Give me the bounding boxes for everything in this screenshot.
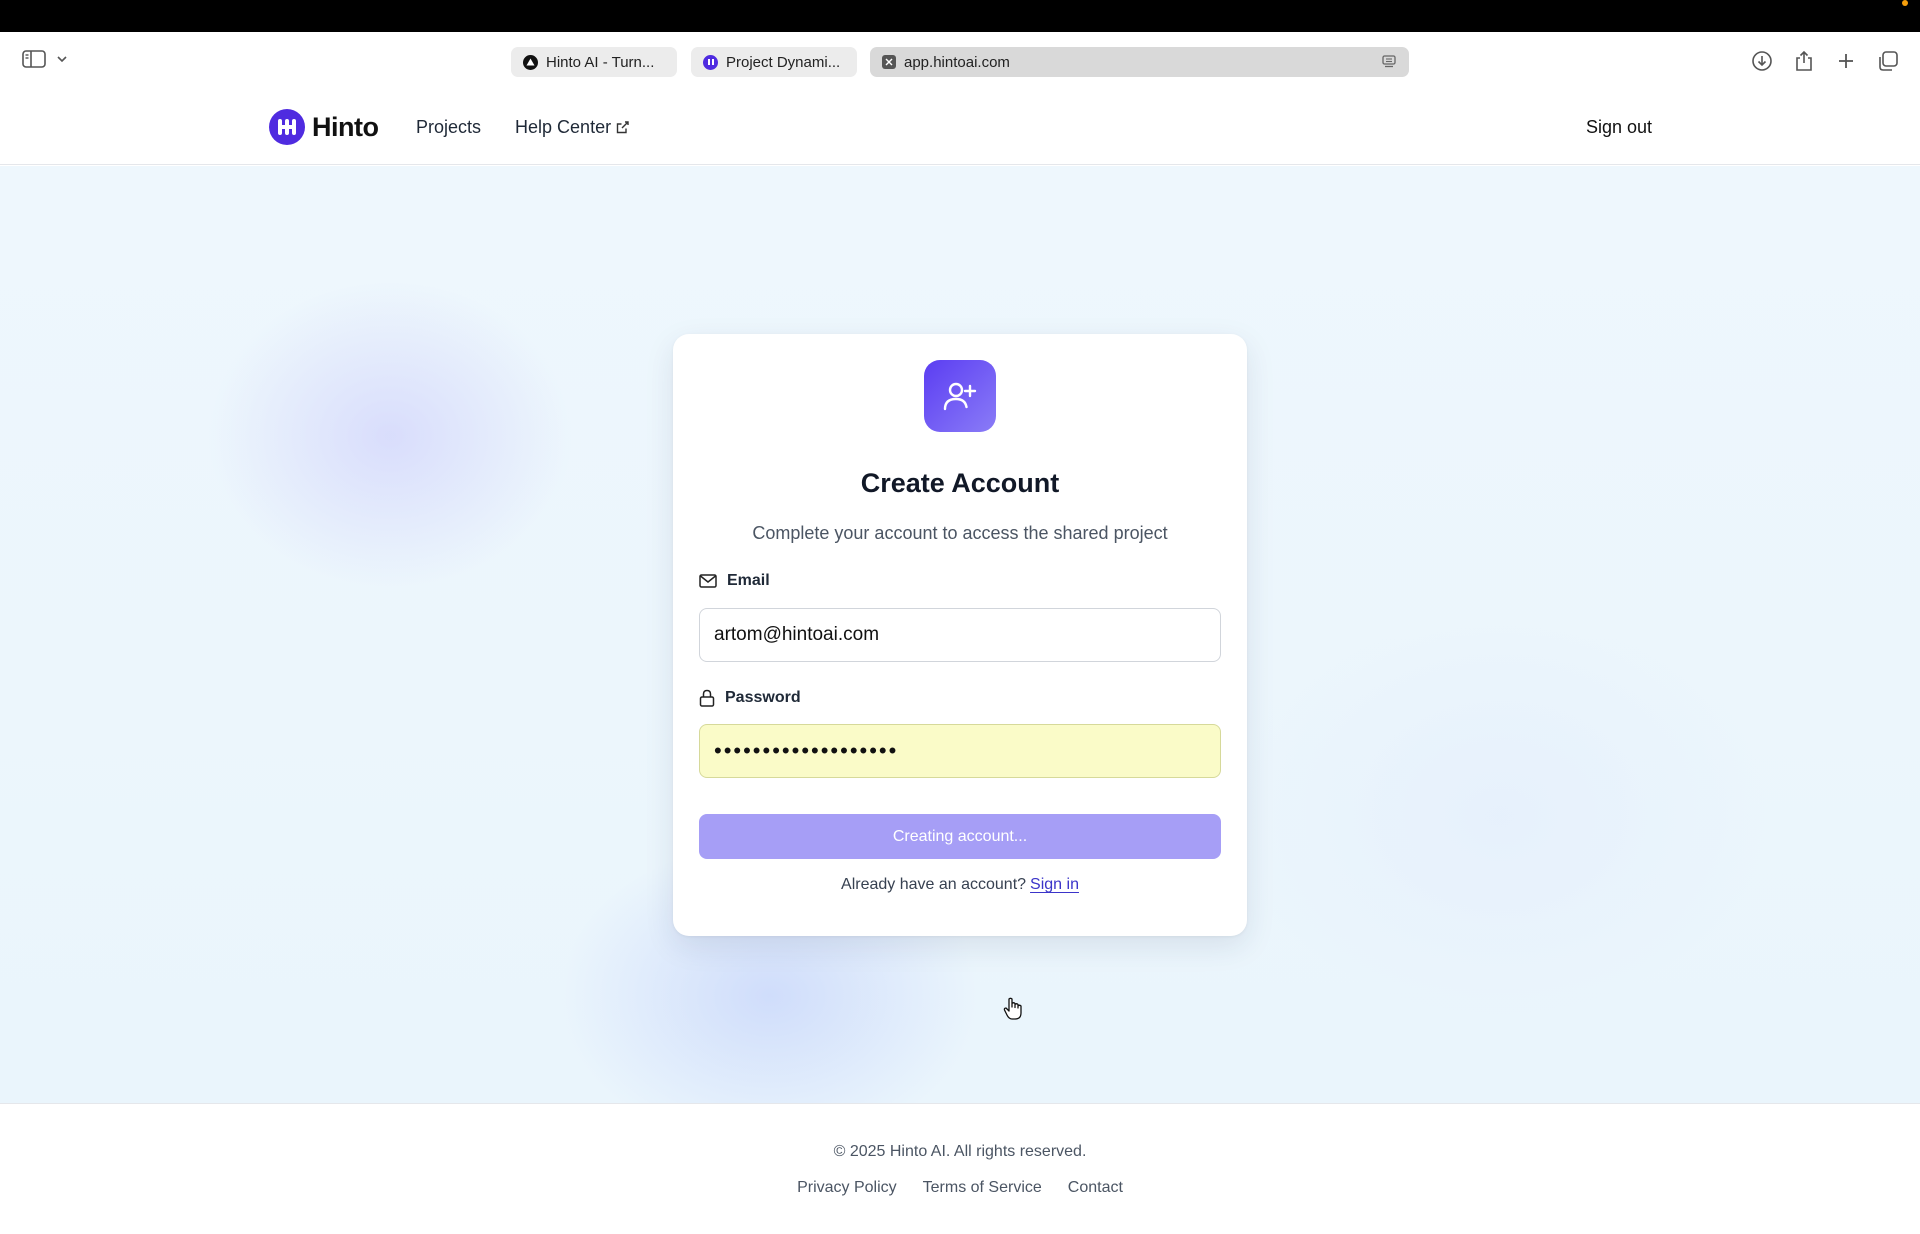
user-plus-icon — [924, 360, 996, 432]
share-icon[interactable] — [1792, 49, 1816, 73]
page-footer: © 2025 Hinto AI. All rights reserved. Pr… — [0, 1103, 1920, 1234]
app-header: Hinto Projects Help Center Sign out — [0, 90, 1920, 165]
signin-prompt: Already have an account? Sign in — [673, 876, 1247, 894]
hinto-logo[interactable]: Hinto — [269, 109, 379, 145]
mail-icon — [699, 574, 717, 588]
sidebar-toggle-icon[interactable] — [22, 50, 46, 68]
reader-mode-icon[interactable] — [1381, 54, 1397, 74]
main-content: Create Account Complete your account to … — [0, 166, 1920, 1103]
browser-toolbar: Hinto AI - Turn... Project Dynami... app… — [0, 32, 1920, 90]
close-tab-icon[interactable] — [882, 55, 896, 69]
contact-link[interactable]: Contact — [1068, 1179, 1123, 1197]
external-link-icon — [616, 121, 629, 134]
tab-overview-icon[interactable] — [1876, 49, 1900, 73]
signin-prompt-text: Already have an account? — [841, 876, 1027, 893]
logo-text: Hinto — [312, 111, 379, 142]
privacy-policy-link[interactable]: Privacy Policy — [797, 1179, 897, 1197]
tab-hinto-ai[interactable]: Hinto AI - Turn... — [511, 47, 677, 77]
main-nav: Projects Help Center — [416, 117, 629, 138]
tab-label: Project Dynami... — [726, 53, 841, 71]
email-field[interactable] — [699, 608, 1221, 662]
email-label-text: Email — [727, 572, 770, 589]
email-label: Email — [699, 572, 770, 590]
password-label: Password — [699, 689, 801, 707]
footer-links: Privacy Policy Terms of Service Contact — [0, 1179, 1920, 1197]
nav-help-center-label: Help Center — [515, 117, 612, 137]
sign-in-link[interactable]: Sign in — [1030, 876, 1079, 893]
password-field[interactable] — [699, 724, 1221, 778]
create-account-card: Create Account Complete your account to … — [673, 334, 1247, 936]
hinto-logo-icon — [703, 54, 718, 70]
chevron-down-icon[interactable] — [56, 55, 68, 63]
tab-project-dynamics[interactable]: Project Dynami... — [691, 47, 857, 77]
page-subtitle: Complete your account to access the shar… — [752, 523, 1168, 543]
tab-active-url[interactable]: app.hintoai.com — [870, 47, 1409, 77]
recording-indicator-icon — [1902, 0, 1908, 6]
copyright-text: © 2025 Hinto AI. All rights reserved. — [833, 1143, 1087, 1160]
triangle-logo-icon — [523, 54, 538, 70]
nav-help-center[interactable]: Help Center — [515, 117, 629, 138]
nav-projects-label: Projects — [416, 117, 482, 137]
new-tab-icon[interactable] — [1834, 49, 1858, 73]
password-label-text: Password — [725, 689, 801, 706]
download-icon[interactable] — [1750, 49, 1774, 73]
hand-cursor-icon — [1003, 997, 1023, 1026]
sidebar-controls — [22, 50, 68, 68]
url-text: app.hintoai.com — [904, 53, 1010, 71]
page-title: Create Account — [860, 468, 1060, 498]
tab-label: Hinto AI - Turn... — [546, 53, 655, 71]
nav-projects[interactable]: Projects — [416, 117, 481, 138]
os-menu-bar — [0, 0, 1920, 32]
create-account-button[interactable]: Creating account... — [699, 814, 1221, 859]
lock-icon — [699, 689, 715, 707]
sign-out-button[interactable]: Sign out — [1586, 117, 1652, 138]
terms-of-service-link[interactable]: Terms of Service — [923, 1179, 1042, 1197]
hinto-logo-icon — [269, 109, 305, 145]
browser-actions — [1750, 49, 1900, 73]
